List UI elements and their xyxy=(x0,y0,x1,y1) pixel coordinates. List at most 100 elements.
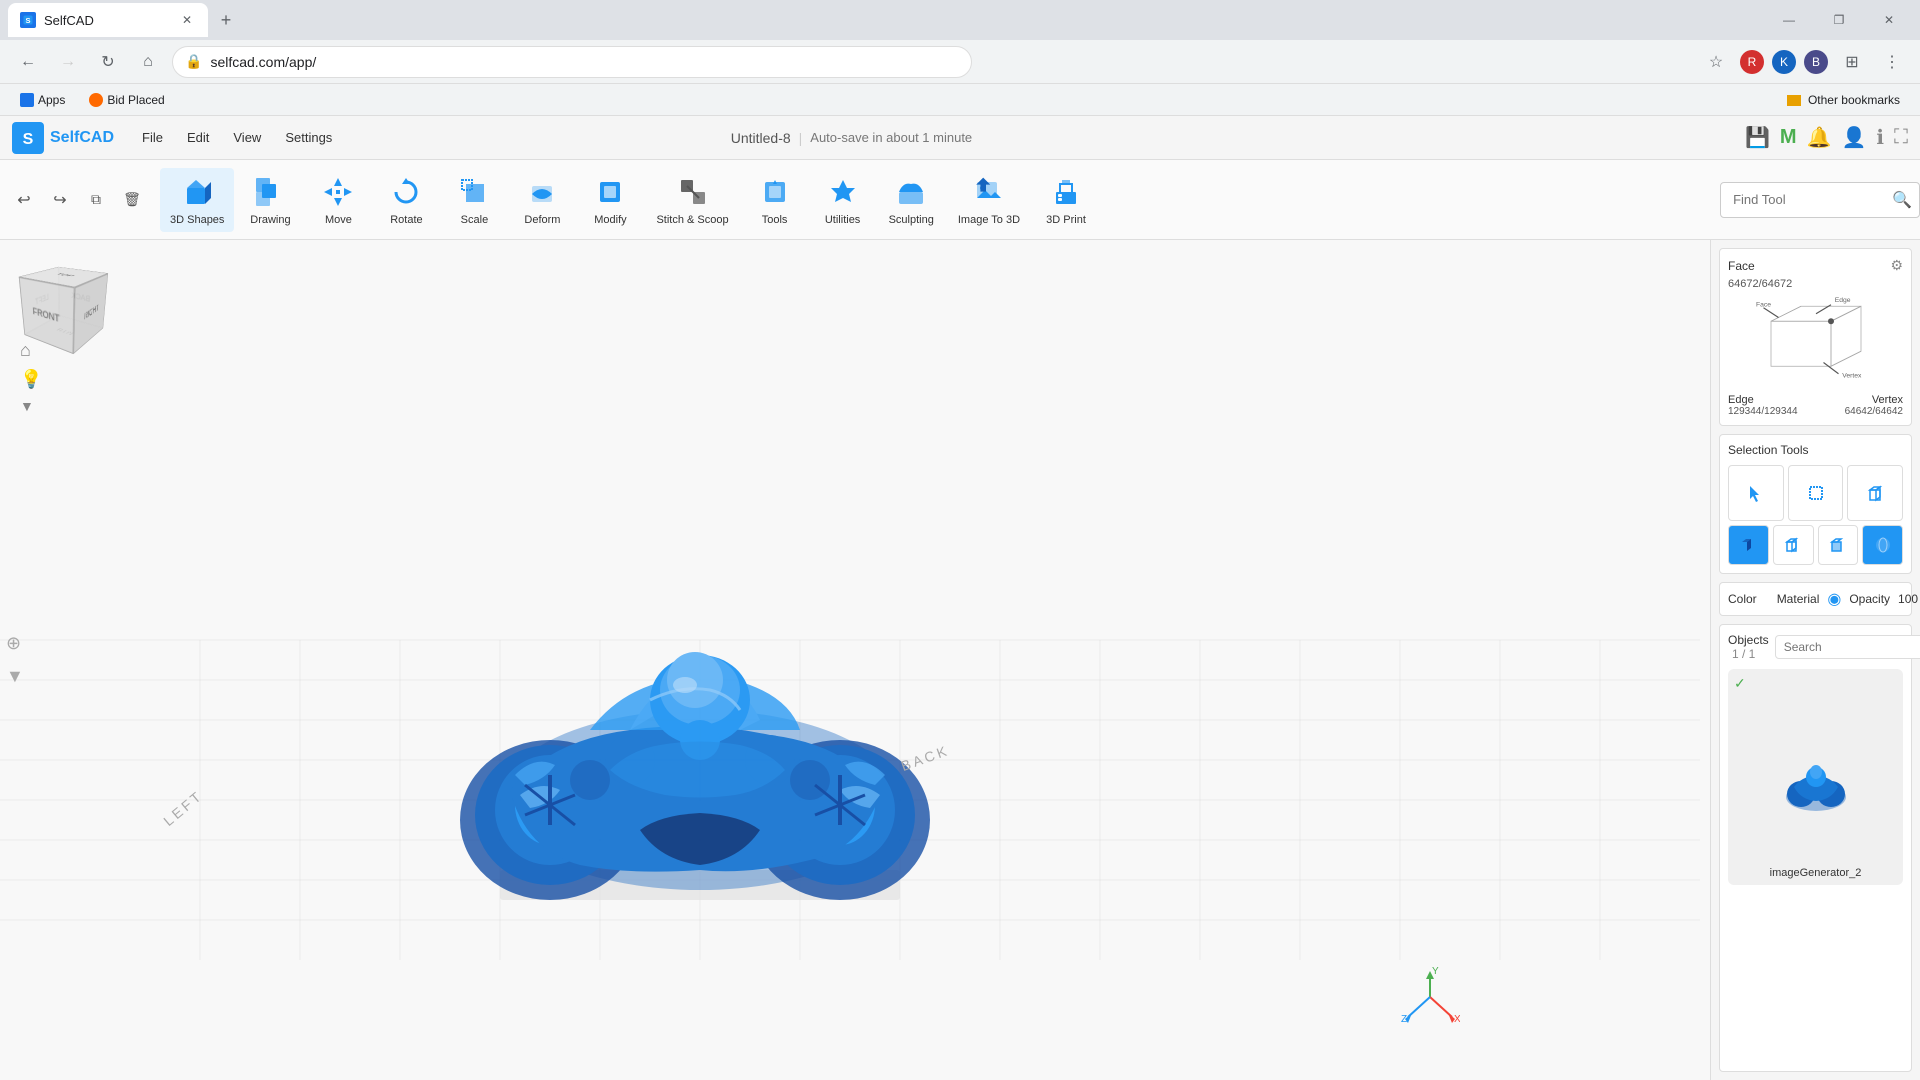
apps-bookmark-icon xyxy=(20,93,34,107)
close-button[interactable]: ✕ xyxy=(1866,4,1912,36)
selection-tools-panel: Selection Tools xyxy=(1719,434,1912,574)
viewport-nav-icons: ⌂ 💡 ▼ xyxy=(20,260,42,414)
tool-image-to-3d[interactable]: Image To 3D xyxy=(948,168,1030,232)
find-tool-input[interactable] xyxy=(1720,182,1920,218)
object-card[interactable]: ✓ imageGenerator_2 xyxy=(1728,669,1903,885)
right-panel: Face ⚙ 64672/64672 xyxy=(1710,240,1920,1080)
select-wireframe-cube[interactable] xyxy=(1773,525,1814,566)
tool-drawing[interactable]: Drawing xyxy=(238,168,302,232)
logo[interactable]: S SelfCAD xyxy=(12,122,114,154)
home-button[interactable]: ⌂ xyxy=(132,46,164,78)
mesh-info-panel: Face ⚙ 64672/64672 xyxy=(1719,248,1912,426)
profile-k-icon[interactable]: K xyxy=(1772,50,1796,74)
stitch-scoop-icon xyxy=(675,174,711,210)
tool-sculpting[interactable]: Sculpting xyxy=(879,168,944,232)
tool-drawing-label: Drawing xyxy=(250,214,290,226)
tool-utilities[interactable]: Utilities xyxy=(811,168,875,232)
back-button[interactable]: ← xyxy=(12,46,44,78)
svg-text:Y: Y xyxy=(1432,967,1439,977)
select-solid-cube[interactable] xyxy=(1728,525,1769,566)
redo-button[interactable]: ↪ xyxy=(44,184,76,216)
bookmark-star-icon[interactable]: ☆ xyxy=(1700,46,1732,78)
svg-text:Face: Face xyxy=(1756,301,1771,308)
tool-stitch-scoop-label: Stitch & Scoop xyxy=(656,214,728,226)
maximize-button[interactable]: ❐ xyxy=(1816,4,1862,36)
menu-dots-icon[interactable]: ⋮ xyxy=(1876,46,1908,78)
tool-3d-print[interactable]: 3D Print xyxy=(1034,168,1098,232)
objects-search-input[interactable] xyxy=(1775,635,1920,659)
tool-move[interactable]: Move xyxy=(306,168,370,232)
tool-tools[interactable]: Tools xyxy=(743,168,807,232)
profile-b-icon[interactable]: B xyxy=(1804,50,1828,74)
cube-right-face: RIGHT xyxy=(73,273,108,354)
select-sphere[interactable] xyxy=(1862,525,1903,566)
compass-icon[interactable]: ⊕ xyxy=(6,633,24,654)
save-icon[interactable]: 💾 xyxy=(1745,125,1770,150)
active-tab[interactable]: S SelfCAD ✕ xyxy=(8,3,208,37)
tool-3d-shapes-label: 3D Shapes xyxy=(170,214,224,226)
zoom-out-icon[interactable]: ▼ xyxy=(6,666,24,687)
undo-button[interactable]: ↩ xyxy=(8,184,40,216)
bookmarks-bar: Apps Bid Placed Other bookmarks xyxy=(0,84,1920,116)
find-tool-search-icon[interactable]: 🔍 xyxy=(1892,190,1912,210)
reload-button[interactable]: ↻ xyxy=(92,46,124,78)
tool-sculpting-label: Sculpting xyxy=(889,214,934,226)
copy-button[interactable]: ⧉ xyxy=(80,184,112,216)
bookmark-apps[interactable]: Apps xyxy=(12,91,73,109)
lock-icon: 🔒 xyxy=(185,53,202,70)
new-tab-button[interactable]: + xyxy=(212,6,240,34)
light-icon[interactable]: 💡 xyxy=(20,369,42,390)
user-profile-icon[interactable]: 👤 xyxy=(1841,125,1866,150)
profile-r-icon[interactable]: R xyxy=(1740,50,1764,74)
tool-scale-label: Scale xyxy=(461,214,489,226)
bookmark-bid-placed[interactable]: Bid Placed xyxy=(81,91,172,109)
forward-button[interactable]: → xyxy=(52,46,84,78)
viewport[interactable]: LEFT BACK FRONT BACK RIGHT LEFT TOP BTM xyxy=(0,240,1710,1080)
tab-favicon: S xyxy=(20,12,36,28)
home-viewport-icon[interactable]: ⌂ xyxy=(20,340,42,361)
logo-text: SelfCAD xyxy=(50,129,114,147)
mesh-footer: Edge 129344/129344 Vertex 64642/64642 xyxy=(1728,394,1903,417)
select-box-tool[interactable] xyxy=(1788,465,1844,521)
notification-bell-icon[interactable]: 🔔 xyxy=(1807,125,1832,150)
delete-button[interactable]: 🗑 xyxy=(116,184,148,216)
tool-image-to-3d-label: Image To 3D xyxy=(958,214,1020,226)
select-face-cube[interactable] xyxy=(1818,525,1859,566)
fullscreen-icon[interactable]: ⛶ xyxy=(1894,126,1908,149)
mesh-settings-gear-icon[interactable]: ⚙ xyxy=(1890,257,1903,274)
menu-right-actions: 💾 M 🔔 👤 ℹ ⛶ xyxy=(1745,125,1908,150)
nav-actions: ☆ R K B ⊞ ⋮ xyxy=(1700,46,1908,78)
tab-close-button[interactable]: ✕ xyxy=(178,11,196,29)
address-bar[interactable]: 🔒 selfcad.com/app/ xyxy=(172,46,972,78)
settings-menu[interactable]: Settings xyxy=(273,124,344,151)
view-menu[interactable]: View xyxy=(221,124,273,151)
tool-scale[interactable]: Scale xyxy=(442,168,506,232)
file-menu[interactable]: File xyxy=(130,124,175,151)
tool-modify[interactable]: Modify xyxy=(578,168,642,232)
select-cube-tool[interactable] xyxy=(1847,465,1903,521)
tool-modify-label: Modify xyxy=(594,214,626,226)
select-arrow-tool[interactable] xyxy=(1728,465,1784,521)
extensions-icon[interactable]: ⊞ xyxy=(1836,46,1868,78)
object-thumbnail xyxy=(1734,700,1897,863)
material-icon[interactable]: ◉ xyxy=(1827,589,1841,609)
drawing-icon xyxy=(252,174,288,210)
deform-icon xyxy=(524,174,560,210)
url-text: selfcad.com/app/ xyxy=(210,54,316,70)
m-icon[interactable]: M xyxy=(1780,126,1797,149)
axis-svg: Y X Z xyxy=(1400,967,1460,1027)
tool-stitch-scoop[interactable]: Stitch & Scoop xyxy=(646,168,738,232)
help-icon[interactable]: ℹ xyxy=(1876,125,1884,150)
toolbar: ↩ ↪ ⧉ 🗑 3D Shapes Drawing Move xyxy=(0,160,1920,240)
tool-deform-label: Deform xyxy=(524,214,560,226)
tool-rotate[interactable]: Rotate xyxy=(374,168,438,232)
tool-deform[interactable]: Deform xyxy=(510,168,574,232)
minimize-button[interactable]: — xyxy=(1766,4,1812,36)
face-count: 64672/64672 xyxy=(1728,278,1903,290)
svg-text:S: S xyxy=(25,16,30,25)
edit-menu[interactable]: Edit xyxy=(175,124,221,151)
other-bookmarks[interactable]: Other bookmarks xyxy=(1779,91,1908,109)
object-name: imageGenerator_2 xyxy=(1734,867,1897,879)
down-arrow-icon[interactable]: ▼ xyxy=(20,398,42,414)
tool-3d-shapes[interactable]: 3D Shapes xyxy=(160,168,234,232)
